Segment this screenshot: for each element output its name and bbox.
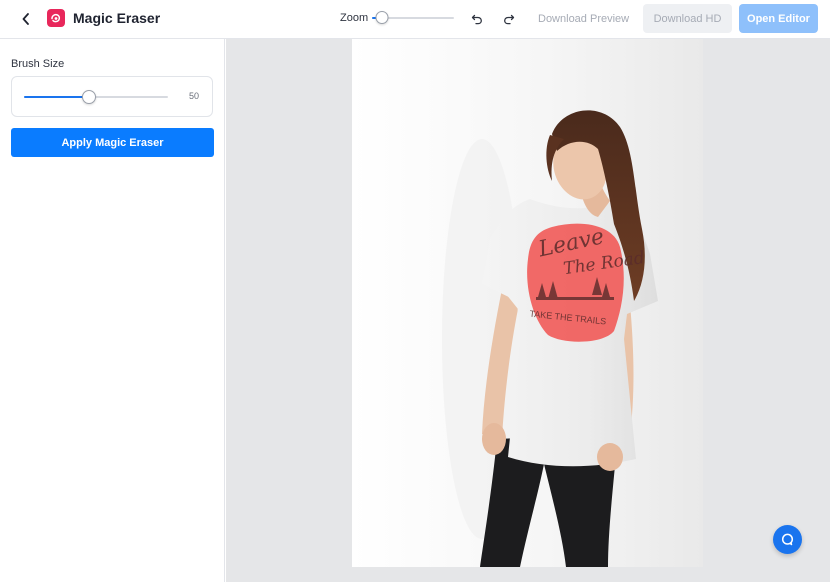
redo-icon xyxy=(504,14,515,25)
canvas-area: Leave The Road TAKE THE TRAILS xyxy=(226,39,830,582)
open-editor-button[interactable]: Open Editor xyxy=(739,4,818,33)
chevron-left-icon xyxy=(22,13,29,25)
download-hd-button[interactable]: Download HD xyxy=(643,4,732,33)
undo-icon xyxy=(471,14,482,25)
app-title: Magic Eraser xyxy=(73,10,161,26)
help-chat-button[interactable] xyxy=(773,525,802,554)
editable-photo[interactable]: Leave The Road TAKE THE TRAILS xyxy=(352,39,703,567)
brush-size-control: 50 xyxy=(11,76,213,117)
zoom-slider-thumb[interactable] xyxy=(375,11,389,24)
zoom-slider[interactable] xyxy=(372,11,454,25)
brush-size-fill xyxy=(24,96,89,98)
zoom-label: Zoom xyxy=(340,12,369,24)
back-button[interactable] xyxy=(16,9,36,29)
brush-size-value: 50 xyxy=(188,91,199,101)
redo-button[interactable] xyxy=(500,10,518,28)
brush-size-slider[interactable] xyxy=(24,90,168,104)
brush-size-thumb[interactable] xyxy=(81,90,96,104)
top-bar: Magic Eraser Zoom Download Preview Downl… xyxy=(0,0,830,39)
download-preview-button[interactable]: Download Preview xyxy=(530,6,637,32)
undo-button[interactable] xyxy=(468,10,486,28)
woman-in-white-tshirt-photo: Leave The Road TAKE THE TRAILS xyxy=(352,39,703,567)
brush-size-label: Brush Size xyxy=(11,58,65,70)
magic-eraser-logo-icon xyxy=(47,9,65,27)
sidebar: Brush Size 50 Apply Magic Eraser xyxy=(0,39,225,582)
chat-help-icon xyxy=(781,533,794,546)
apply-magic-eraser-button[interactable]: Apply Magic Eraser xyxy=(11,128,214,157)
